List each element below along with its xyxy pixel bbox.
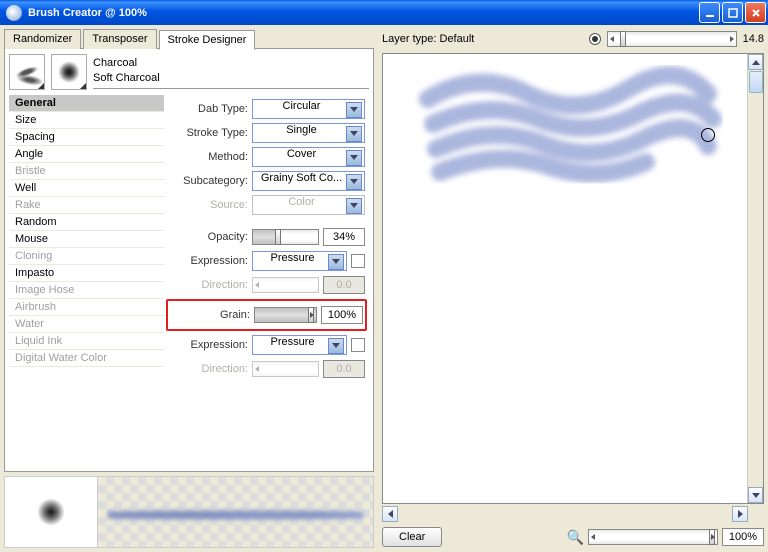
direction2-value: 0.0 (323, 360, 365, 378)
brush-category-swatch[interactable] (9, 54, 45, 90)
category-item-bristle: Bristle (9, 163, 164, 180)
category-item-size[interactable]: Size (9, 112, 164, 129)
stroke-preview (98, 476, 374, 548)
category-item-airbrush: Airbrush (9, 299, 164, 316)
direction1-slider (252, 277, 319, 293)
category-item-cloning: Cloning (9, 248, 164, 265)
category-item-spacing[interactable]: Spacing (9, 129, 164, 146)
layer-type-label: Layer type: Default (382, 33, 474, 45)
category-item-water: Water (9, 316, 164, 333)
method-label: Method: (168, 151, 248, 163)
category-item-well[interactable]: Well (9, 180, 164, 197)
app-icon (6, 5, 22, 21)
grain-slider[interactable] (254, 307, 317, 323)
opacity-label: Opacity: (168, 231, 248, 243)
direction2-slider (252, 361, 319, 377)
category-list: GeneralSizeSpacingAngleBristleWellRakeRa… (9, 95, 164, 467)
stroke-type-select[interactable]: Single (252, 123, 365, 143)
clear-button[interactable]: Clear (382, 527, 442, 547)
titlebar[interactable]: Brush Creator @ 100% (0, 0, 768, 25)
expression2-label: Expression: (168, 339, 248, 351)
dab-preview (4, 476, 98, 548)
layer-slider[interactable] (607, 31, 737, 47)
direction1-value: 0.0 (323, 276, 365, 294)
dab-type-label: Dab Type: (168, 103, 248, 115)
stroke-designer-panel: Charcoal Soft Charcoal GeneralSizeSpacin… (4, 48, 374, 472)
tab-transposer[interactable]: Transposer (83, 29, 156, 49)
zoom-value[interactable]: 100% (722, 528, 764, 546)
layer-value: 14.8 (743, 33, 764, 45)
expression2-select[interactable]: Pressure (252, 335, 347, 355)
opacity-value[interactable]: 34% (323, 228, 365, 246)
minimize-button[interactable] (699, 2, 720, 23)
direction1-label: Direction: (168, 279, 248, 291)
opacity-slider[interactable] (252, 229, 319, 245)
source-select: Color (252, 195, 365, 215)
dab-type-select[interactable]: Circular (252, 99, 365, 119)
method-select[interactable]: Cover (252, 147, 365, 167)
direction2-label: Direction: (168, 363, 248, 375)
grain-value[interactable]: 100% (321, 306, 363, 324)
brush-category-label: Charcoal (93, 56, 369, 71)
horizontal-scrollbar[interactable] (382, 506, 764, 522)
tab-randomizer[interactable]: Randomizer (4, 29, 81, 49)
grain-highlight: Grain: 100% (166, 299, 367, 331)
category-item-digital-water-color: Digital Water Color (9, 350, 164, 367)
canvas-preview[interactable] (382, 53, 764, 504)
subcategory-select[interactable]: Grainy Soft Co... (252, 171, 365, 191)
properties-pane: Dab Type: Circular Stroke Type: Single Met… (164, 95, 369, 467)
stroke-type-label: Stroke Type: (168, 127, 248, 139)
subcategory-label: Subcategory: (168, 175, 248, 187)
expression1-label: Expression: (168, 255, 248, 267)
brush-variant-swatch[interactable] (51, 54, 87, 90)
tab-stroke-designer[interactable]: Stroke Designer (159, 30, 256, 50)
category-item-angle[interactable]: Angle (9, 146, 164, 163)
magnifier-icon: 🔍 (567, 529, 584, 546)
category-item-random[interactable]: Random (9, 214, 164, 231)
category-item-rake: Rake (9, 197, 164, 214)
window-title: Brush Creator @ 100% (28, 7, 699, 19)
close-button[interactable] (745, 2, 766, 23)
maximize-button[interactable] (722, 2, 743, 23)
source-label: Source: (168, 199, 248, 211)
grain-label: Grain: (170, 309, 250, 321)
zoom-slider[interactable] (588, 529, 718, 545)
brush-variant-label: Soft Charcoal (93, 71, 369, 86)
expression1-select[interactable]: Pressure (252, 251, 347, 271)
category-item-general[interactable]: General (9, 95, 164, 112)
category-item-image-hose: Image Hose (9, 282, 164, 299)
brush-cursor-icon (701, 128, 715, 142)
category-item-mouse[interactable]: Mouse (9, 231, 164, 248)
vertical-scrollbar[interactable] (747, 54, 763, 503)
category-item-liquid-ink: Liquid Ink (9, 333, 164, 350)
layer-radio[interactable] (589, 33, 601, 45)
category-item-impasto[interactable]: Impasto (9, 265, 164, 282)
expression1-invert-checkbox[interactable] (351, 254, 365, 268)
expression2-invert-checkbox[interactable] (351, 338, 365, 352)
